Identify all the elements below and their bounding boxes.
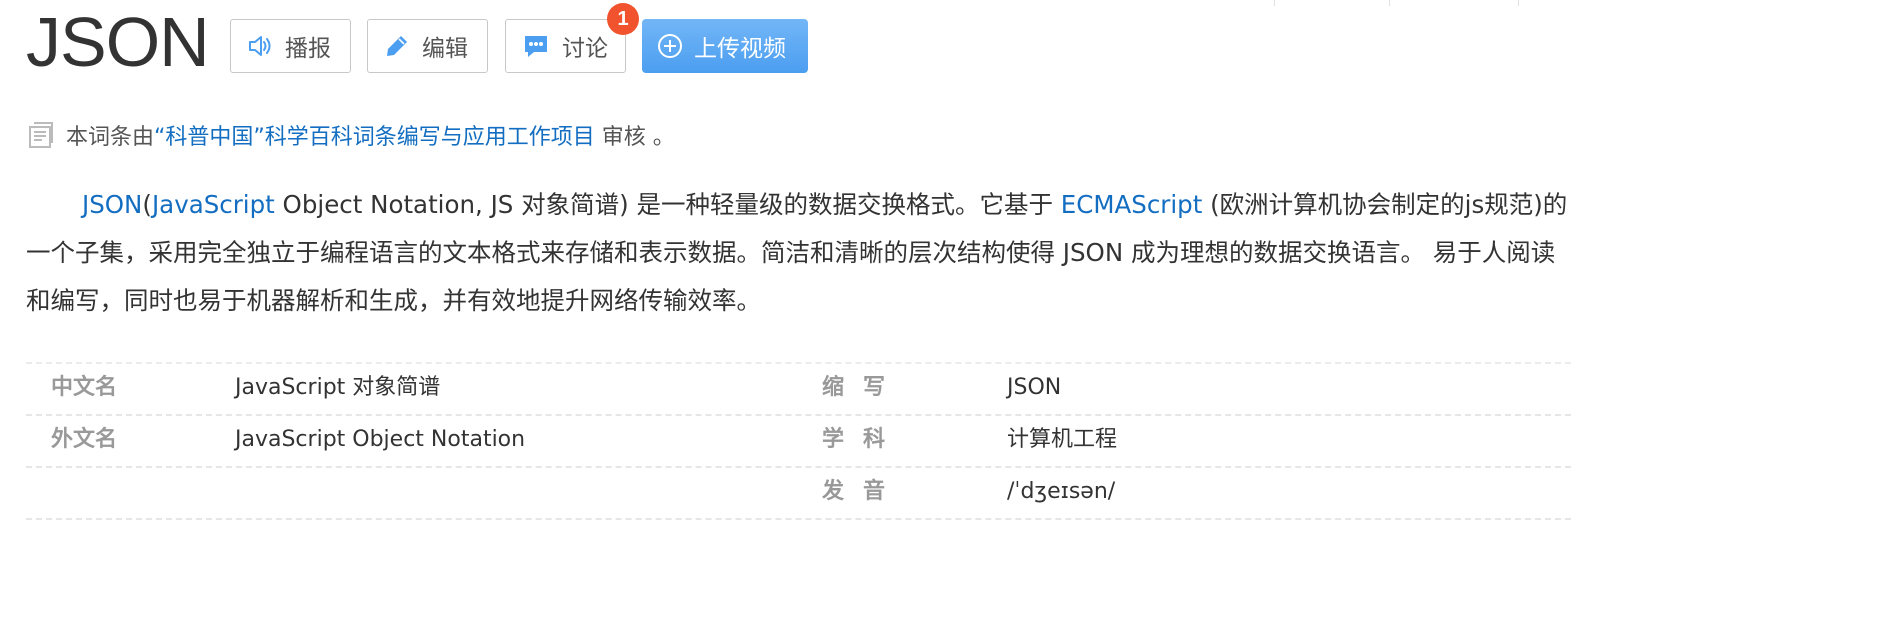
divider: [1274, 0, 1275, 6]
info-label: 学科: [822, 427, 905, 452]
title-row: JSON 播报 编辑 讨论 1 上传视频: [26, 0, 1566, 90]
summary-open-paren: (: [142, 190, 152, 219]
review-prefix: 本词条由: [66, 125, 155, 150]
info-row: 中文名 JavaScript 对象简谱 缩写 JSON: [26, 362, 1571, 416]
pencil-icon: [384, 33, 410, 59]
info-value: 计算机工程: [1007, 427, 1118, 452]
info-row: 外文名 JavaScript Object Notation 学科 计算机工程: [26, 416, 1571, 468]
edit-label: 编辑: [422, 36, 468, 62]
review-suffix: 审核 。: [594, 125, 675, 150]
edit-button[interactable]: 编辑: [367, 19, 488, 73]
upload-video-button[interactable]: 上传视频: [642, 19, 808, 73]
summary-paragraph: JSON(JavaScript Object Notation, JS 对象简谱…: [26, 181, 1571, 325]
divider: [1518, 0, 1519, 6]
info-label: 外文名: [51, 427, 118, 452]
page-title: JSON: [26, 3, 210, 81]
discuss-count-badge: 1: [607, 3, 639, 35]
broadcast-label: 播报: [285, 36, 331, 62]
info-label: 发音: [822, 479, 905, 504]
summary-text-1: Object Notation, JS 对象简谱) 是一种轻量级的数据交换格式。…: [274, 190, 1061, 219]
plus-circle-icon: [656, 32, 684, 60]
info-row: 发音 /ˈdʒeɪsən/: [26, 468, 1571, 520]
divider: [1389, 0, 1390, 6]
speaker-icon: [247, 33, 273, 59]
review-notice: 本词条由 “科普中国”科学百科词条编写与应用工作项目 审核 。: [26, 118, 675, 152]
broadcast-button[interactable]: 播报: [230, 19, 351, 73]
json-link[interactable]: JSON: [82, 190, 142, 219]
info-value: JSON: [1007, 375, 1062, 400]
document-icon: [26, 121, 66, 149]
info-value: /ˈdʒeɪsən/: [1007, 479, 1116, 504]
info-value: JavaScript 对象简谱: [235, 375, 441, 400]
javascript-link[interactable]: JavaScript: [152, 190, 275, 219]
info-label: 缩写: [822, 375, 905, 400]
ecmascript-link[interactable]: ECMAScript: [1061, 190, 1203, 219]
discuss-button[interactable]: 讨论: [505, 19, 626, 73]
chat-bubble-icon: [522, 33, 550, 59]
info-value: JavaScript Object Notation: [235, 427, 526, 452]
basic-info-table: 中文名 JavaScript 对象简谱 缩写 JSON 外文名 JavaScri…: [26, 362, 1571, 520]
review-org-link[interactable]: “科普中国”科学百科词条编写与应用工作项目: [154, 119, 595, 151]
info-label: 中文名: [51, 375, 118, 400]
upload-video-label: 上传视频: [694, 36, 786, 62]
discuss-label: 讨论: [562, 36, 608, 62]
